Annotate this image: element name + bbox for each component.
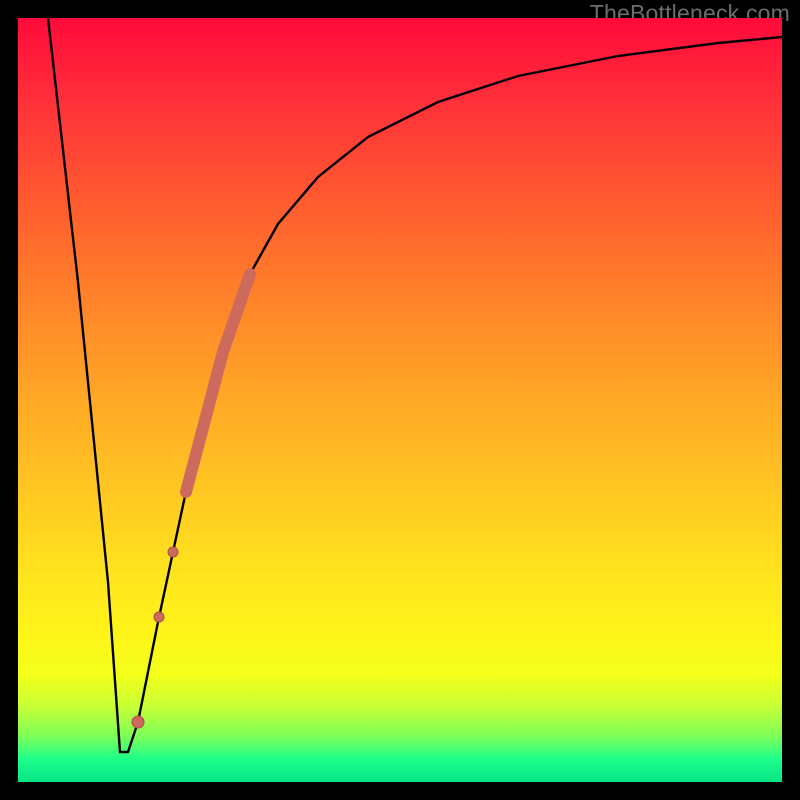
highlight-thick-segment <box>186 274 250 492</box>
highlight-dot <box>132 716 144 728</box>
curve-path <box>48 18 782 752</box>
plot-area <box>18 18 782 782</box>
highlight-dot <box>154 612 164 622</box>
chart-stage: TheBottleneck.com <box>0 0 800 800</box>
bottleneck-curve <box>18 18 782 782</box>
highlight-dot <box>168 547 178 557</box>
highlight-markers <box>132 547 178 728</box>
